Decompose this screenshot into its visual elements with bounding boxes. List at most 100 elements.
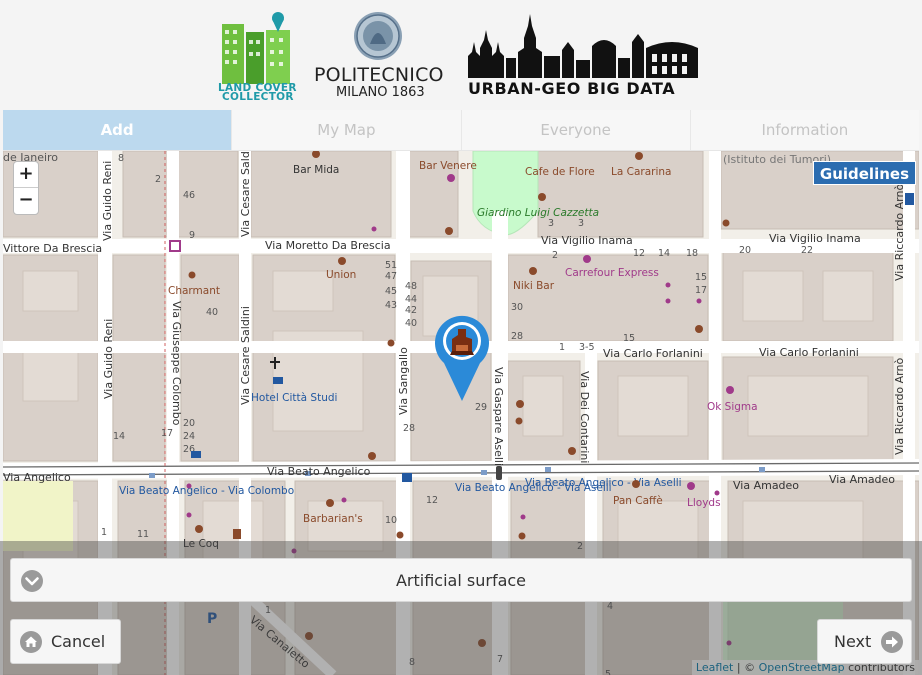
next-label: Next [834, 632, 872, 651]
politecnico-name: POLITECNICO [314, 64, 444, 86]
poi-ok-sigma: Ok Sigma [707, 401, 758, 413]
street-label-saldini-1: Via Cesare Saldini [239, 151, 252, 237]
urban-geo-big-data-logo: URBAN-GEO BIG DATA [464, 12, 704, 98]
street-label-angelico-left: Via Angelico [3, 471, 71, 484]
svg-text:20: 20 [739, 245, 751, 256]
street-label-moretto-left: Vittore Da Brescia [3, 242, 102, 255]
poi-charmant: Charmant [168, 285, 220, 297]
svg-text:20: 20 [183, 418, 195, 429]
svg-text:3: 3 [548, 218, 554, 229]
poi-hotel: Hotel Città Studi [251, 392, 337, 404]
svg-text:8: 8 [118, 153, 124, 164]
street-label-guido-reni-2: Via Guido Reni [102, 319, 115, 399]
tab-my-map[interactable]: My Map [232, 110, 462, 150]
svg-text:28: 28 [403, 423, 415, 434]
tab-information[interactable]: Information [690, 110, 919, 150]
svg-text:40: 40 [405, 318, 417, 329]
poi-bar-mida: Bar Mida [293, 164, 339, 176]
svg-text:24: 24 [183, 431, 195, 442]
tab-add[interactable]: Add [3, 110, 233, 150]
svg-text:2: 2 [155, 174, 161, 185]
city-skyline-icon [468, 14, 698, 78]
street-label-forlanini-1: Via Carlo Forlanini [603, 347, 703, 360]
politecnico-seal-icon [354, 12, 402, 60]
poi-stop-colombo: Via Beato Angelico - Via Colombo [119, 485, 294, 497]
street-label-sangallo: Via Sangallo [397, 347, 410, 415]
urban-geo-big-data-text: URBAN-GEO BIG DATA [468, 79, 676, 98]
svg-text:12: 12 [426, 495, 438, 506]
street-label-colombo: Via Giuseppe Colombo [170, 301, 183, 426]
land-cover-category-label: Artificial surface [395, 571, 527, 590]
svg-text:11: 11 [137, 529, 149, 540]
tab-bar: Add My Map Everyone Information [3, 110, 919, 151]
svg-text:40: 40 [206, 307, 218, 318]
svg-text:17: 17 [695, 285, 707, 296]
svg-text:9: 9 [189, 230, 195, 241]
svg-text:44: 44 [405, 294, 417, 305]
svg-text:3-5: 3-5 [579, 342, 595, 353]
svg-text:10: 10 [385, 515, 397, 526]
svg-text:29: 29 [475, 402, 487, 413]
arrow-right-circle-icon [881, 631, 903, 653]
politecnico-subtitle: MILANO 1863 [336, 85, 425, 100]
home-icon [20, 631, 42, 653]
poi-bar-venere: Bar Venere [419, 160, 477, 172]
svg-text:14: 14 [658, 248, 670, 259]
street-label-contarini: Via Dei Contarini [578, 371, 591, 463]
street-label-angelico: Via Beato Angelico [267, 465, 371, 478]
poi-la-cararina: La Cararina [611, 166, 671, 178]
poi-union: Union [326, 269, 356, 281]
svg-text:15: 15 [695, 272, 707, 283]
poi-cafe-de-flore: Cafe de Flore [525, 166, 595, 178]
poi-carrefour: Carrefour Express [565, 267, 659, 279]
svg-text:43: 43 [385, 300, 397, 311]
svg-text:1: 1 [559, 342, 565, 353]
street-label-amadeo-2: Via Amadeo [829, 473, 895, 486]
header: LAND COVER COLLECTOR POLITECNICO MILANO … [0, 0, 922, 110]
svg-text:17: 17 [161, 428, 173, 439]
svg-text:45: 45 [385, 286, 397, 297]
politecnico-logo: POLITECNICO MILANO 1863 [312, 10, 444, 100]
street-label-amadeo-1: Via Amadeo [733, 479, 799, 492]
svg-text:46: 46 [183, 190, 195, 201]
street-label-forlanini-2: Via Carlo Forlanini [759, 346, 859, 359]
street-label-riccardo-2: Via Riccardo Arnò [893, 358, 906, 455]
street-label-vigilio-1: Via Vigilio Inama [541, 234, 633, 247]
land-cover-category-selector[interactable]: Artificial surface [10, 558, 912, 602]
street-label-vigilio-2: Via Vigilio Inama [769, 232, 861, 245]
cancel-button[interactable]: Cancel [10, 619, 121, 664]
svg-text:47: 47 [385, 271, 397, 282]
zoom-in-button[interactable]: + [14, 162, 38, 188]
tab-everyone[interactable]: Everyone [461, 110, 691, 150]
location-marker-icon[interactable] [434, 315, 490, 403]
zoom-out-button[interactable]: − [14, 188, 38, 214]
svg-text:48: 48 [405, 281, 417, 292]
svg-text:30: 30 [511, 302, 523, 313]
svg-text:51: 51 [385, 260, 397, 271]
svg-text:42: 42 [405, 305, 417, 316]
street-label-guido-reni-1: Via Guido Reni [101, 161, 114, 241]
svg-text:3: 3 [578, 218, 584, 229]
poi-niki-bar: Niki Bar [513, 280, 555, 292]
svg-text:12: 12 [633, 248, 645, 259]
street-label-aselli: Via Gaspare Aselli [492, 367, 505, 466]
land-cover-line2: COLLECTOR [222, 91, 294, 103]
street-label-riccardo-1: Via Riccardo Arnò [893, 184, 906, 281]
svg-text:2: 2 [552, 250, 558, 261]
svg-text:15: 15 [623, 333, 635, 344]
zoom-control: + − [13, 161, 39, 215]
svg-text:28: 28 [511, 331, 523, 342]
guidelines-button[interactable]: Guidelines [812, 161, 916, 185]
street-label-saldini-2: Via Cesare Saldini [239, 306, 252, 405]
poi-lloyds: Lloyds [687, 497, 721, 509]
next-button[interactable]: Next [817, 619, 912, 664]
land-cover-collector-logo: LAND COVER COLLECTOR [216, 10, 296, 103]
svg-text:18: 18 [686, 248, 698, 259]
poi-barbarians: Barbarian's [303, 513, 363, 525]
poi-pan-caffe: Pan Caffè [613, 495, 663, 507]
svg-text:1: 1 [101, 527, 107, 538]
svg-text:14: 14 [113, 431, 125, 442]
street-label-moretto: Via Moretto Da Brescia [265, 239, 391, 252]
cancel-label: Cancel [51, 632, 106, 651]
poi-stop-aselli-2: Via Beato Angelico - Via Aselli [525, 477, 682, 489]
